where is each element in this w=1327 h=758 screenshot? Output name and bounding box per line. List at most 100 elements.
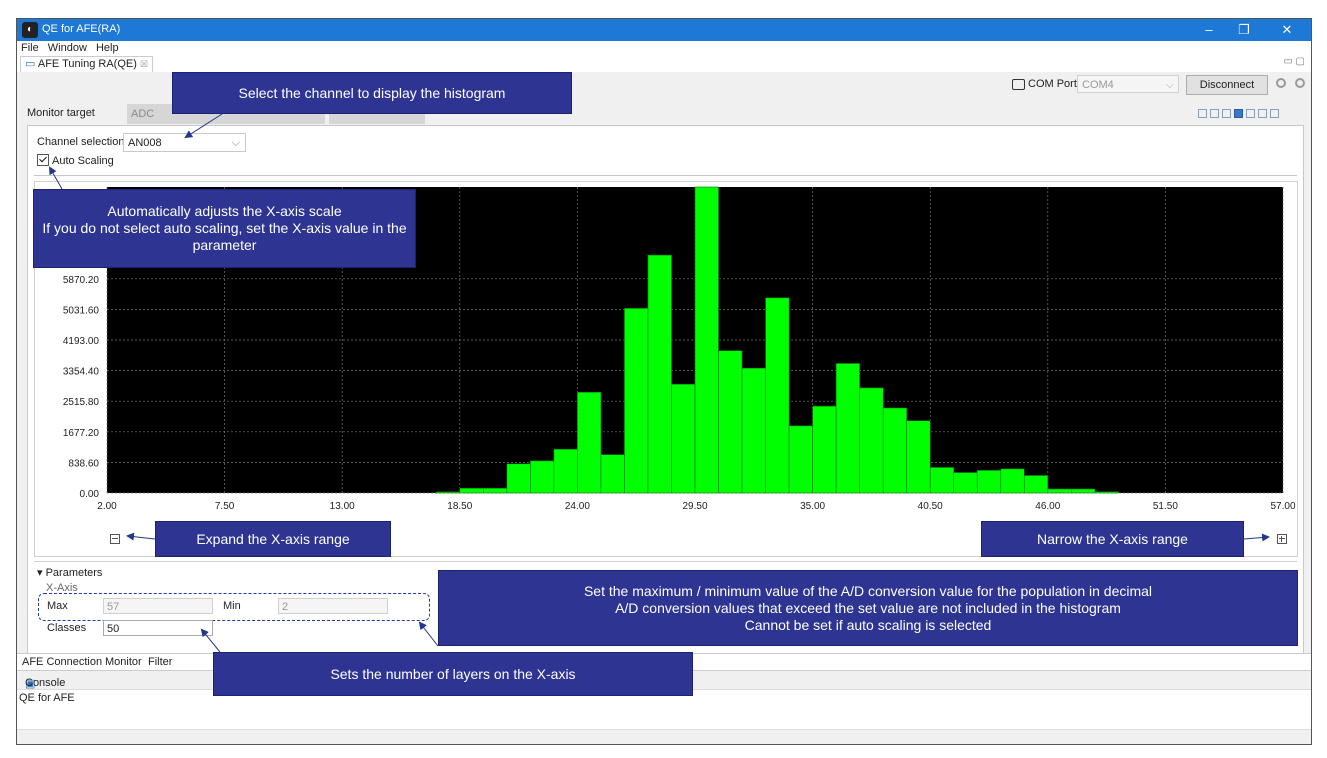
console-text: QE for AFE <box>19 692 75 704</box>
console-title-label: Console <box>25 677 66 689</box>
y-tick-label: 2515.80 <box>63 397 100 408</box>
histogram-bar <box>553 448 578 494</box>
callout-narrow-text: Narrow the X-axis range <box>1037 530 1188 547</box>
callout-expand: Expand the X-axis range <box>155 521 391 557</box>
title-bar: ◐ QE for AFE(RA) – ❐ ✕ <box>17 19 1311 41</box>
max-label: Max <box>47 600 68 612</box>
com-port-select[interactable]: COM4 ⌵ <box>1077 75 1179 93</box>
callout-max-min-text: Set the maximum / minimum value of the A… <box>583 582 1153 633</box>
disconnect-button[interactable]: Disconnect <box>1186 75 1268 95</box>
callout-classes-text: Sets the number of layers on the X-axis <box>330 665 576 682</box>
x-tick-label: 13.00 <box>330 501 355 512</box>
save-as-icon[interactable] <box>1210 109 1219 118</box>
channel-selection-label: Channel selection <box>37 136 125 148</box>
save-icon[interactable] <box>1198 109 1207 118</box>
histogram-bar <box>459 487 484 494</box>
x-tick-label: 24.00 <box>565 501 590 512</box>
table-icon[interactable] <box>1270 109 1279 118</box>
y-tick-label: 0.00 <box>80 489 100 500</box>
channel-select[interactable]: AN008 ⌵ <box>123 133 246 152</box>
tab-close-icon[interactable]: ☒ <box>140 59 148 69</box>
menu-file[interactable]: File <box>21 41 39 55</box>
max-field[interactable]: 57 <box>103 598 213 614</box>
x-tick-label: 7.50 <box>215 501 235 512</box>
callout-auto-scaling-text: Automatically adjusts the X-axis scale I… <box>42 203 407 253</box>
histogram-bar <box>530 460 555 494</box>
view-minmax-icon[interactable]: ▭ ▢ <box>1283 56 1305 67</box>
tab-afe-connection[interactable]: AFE Connection <box>22 656 102 668</box>
open-folder-icon[interactable] <box>1246 109 1255 118</box>
callout-narrow: Narrow the X-axis range <box>981 521 1244 557</box>
y-tick-label: 5031.60 <box>63 305 100 316</box>
y-tick-label: 1677.20 <box>63 428 100 439</box>
horizontal-scrollbar[interactable] <box>17 729 1311 744</box>
tab-monitor[interactable]: Monitor <box>105 656 142 668</box>
channel-select-value: AN008 <box>128 137 162 149</box>
histogram-bar <box>1000 468 1025 494</box>
histogram-bar <box>1071 488 1096 494</box>
graph-icon[interactable] <box>1222 109 1231 118</box>
histogram-bar <box>718 350 743 494</box>
classes-field[interactable]: 50 <box>103 620 213 636</box>
chevron-down-icon: ⌵ <box>231 137 240 149</box>
x-tick-label: 40.50 <box>918 501 943 512</box>
histogram-bar <box>1094 491 1119 494</box>
callout-channel-text: Select the channel to display the histog… <box>238 84 506 101</box>
tab-afe-tuning[interactable]: ▭ AFE Tuning RA(QE) ☒ <box>20 56 154 72</box>
callout-max-min: Set the maximum / minimum value of the A… <box>438 570 1298 646</box>
auto-scaling-label: Auto Scaling <box>52 155 114 167</box>
histogram-bar <box>577 391 602 494</box>
callout-auto-scaling: Automatically adjusts the X-axis scale I… <box>33 189 416 268</box>
histogram-bar <box>976 470 1002 494</box>
x-tick-label: 2.00 <box>97 501 117 512</box>
menu-help[interactable]: Help <box>96 41 119 55</box>
tab-filter[interactable]: Filter <box>148 656 172 668</box>
monitor-target-label: Monitor target <box>27 107 95 119</box>
histogram-bar <box>788 425 813 494</box>
parameters-heading-label: Parameters <box>45 567 103 579</box>
histogram-bar <box>1023 475 1049 494</box>
divider <box>34 175 1297 176</box>
checkbox-checked-icon <box>37 154 49 166</box>
minimize-button[interactable]: – <box>1194 21 1224 39</box>
histogram-bar <box>671 383 696 494</box>
histogram-icon[interactable] <box>1234 109 1243 118</box>
window-title: QE for AFE(RA) <box>42 23 121 35</box>
x-tick-label: 29.50 <box>682 501 707 512</box>
histogram-bar <box>859 387 884 494</box>
restore-button[interactable]: ❐ <box>1229 21 1259 39</box>
histogram-bar <box>906 420 931 494</box>
chevron-down-icon: ⌵ <box>1165 79 1174 91</box>
histogram-bar <box>694 186 719 494</box>
histogram-bar <box>435 491 461 494</box>
settings-gear-icon-2[interactable] <box>1295 78 1305 88</box>
y-tick-label: 4193.00 <box>63 336 100 347</box>
qe-app-icon: ◐ <box>22 22 38 38</box>
histogram-bar <box>647 254 672 494</box>
com-port-label: COM Port: <box>1028 78 1080 90</box>
histogram-bar <box>741 367 766 494</box>
parameters-heading[interactable]: ▾ Parameters <box>37 566 102 579</box>
zoom-in-icon[interactable] <box>1277 534 1287 544</box>
view-toolbar <box>1198 109 1282 121</box>
classes-label: Classes <box>47 622 87 634</box>
zoom-out-icon[interactable] <box>110 534 120 544</box>
close-button[interactable]: ✕ <box>1272 21 1302 39</box>
x-tick-label: 57.00 <box>1270 501 1295 512</box>
export-icon[interactable] <box>1258 109 1267 118</box>
x-tick-label: 35.00 <box>800 501 825 512</box>
callout-channel: Select the channel to display the histog… <box>172 72 572 114</box>
menu-bar: File Window Help <box>17 41 1311 55</box>
histogram-bar <box>812 405 837 494</box>
menu-window[interactable]: Window <box>48 41 87 55</box>
editor-tab-bar: ▭ AFE Tuning RA(QE) ☒ ▭ ▢ <box>17 55 1311 73</box>
settings-gear-icon[interactable] <box>1276 78 1286 88</box>
histogram-bar <box>624 308 649 494</box>
histogram-bar <box>882 407 907 494</box>
auto-scaling-checkbox[interactable]: Auto Scaling <box>37 154 114 167</box>
com-port-value: COM4 <box>1082 79 1114 91</box>
tab-afe-tuning-label: AFE Tuning RA(QE) <box>37 58 137 70</box>
min-field[interactable]: 2 <box>278 598 388 614</box>
histogram-bar <box>953 472 978 494</box>
y-tick-label: 838.60 <box>68 458 99 469</box>
